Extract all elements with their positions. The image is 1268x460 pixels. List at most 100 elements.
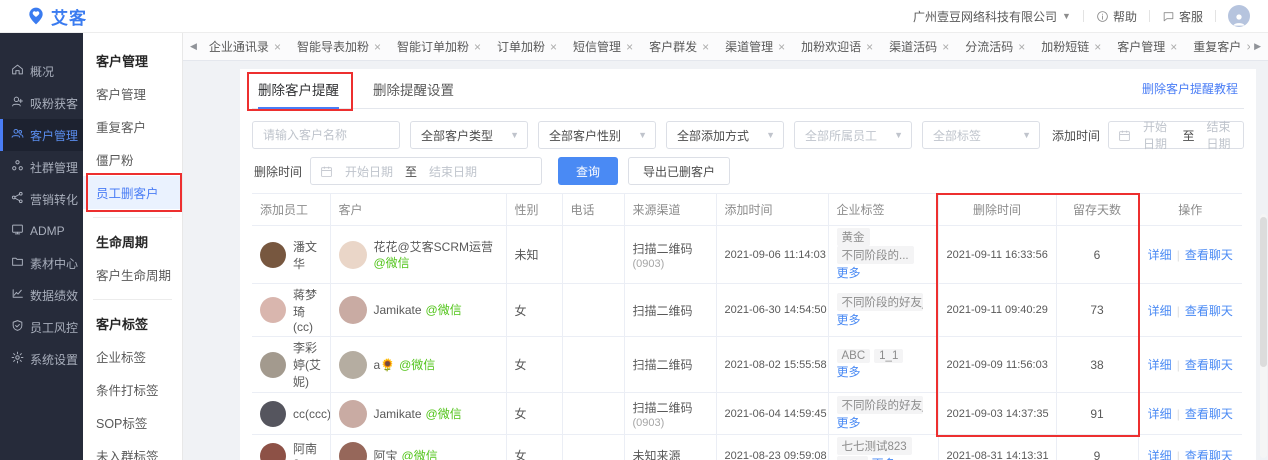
close-icon[interactable]: × bbox=[626, 40, 633, 54]
sidebar-item-overview[interactable]: 概况 bbox=[0, 55, 83, 87]
view-chat-link[interactable]: 查看聊天 bbox=[1185, 407, 1233, 421]
workspace-tab[interactable]: 渠道活码× bbox=[881, 33, 957, 60]
close-icon[interactable]: × bbox=[942, 40, 949, 54]
close-icon[interactable]: × bbox=[866, 40, 873, 54]
home-icon bbox=[11, 63, 24, 79]
vertical-scrollbar[interactable] bbox=[1260, 214, 1267, 458]
detail-link[interactable]: 详细 bbox=[1148, 248, 1172, 262]
more-link[interactable]: 更多 bbox=[837, 313, 861, 327]
table-row: 阿南2阿宝@微信女未知来源2021-08-23 09:59:08七七测试823不… bbox=[252, 435, 1242, 460]
tabbar: ◀ 企业通讯录×智能导表加粉×智能订单加粉×订单加粉×短信管理×客户群发×渠道管… bbox=[183, 33, 1268, 61]
sidebar-item-staff-risk[interactable]: 员工风控 bbox=[0, 311, 83, 343]
close-icon[interactable]: × bbox=[274, 40, 281, 54]
sidebar-item-admp[interactable]: ADMP bbox=[0, 215, 83, 247]
workspace-tab-label: 加粉欢迎语 bbox=[801, 38, 861, 55]
topbar: 艾客 广州壹豆网络科技有限公司 ▼ 帮助 客服 bbox=[0, 0, 1268, 33]
view-chat-link[interactable]: 查看聊天 bbox=[1185, 449, 1233, 460]
company-name: 广州壹豆网络科技有限公司 bbox=[913, 8, 1057, 25]
employee-avatar bbox=[260, 443, 286, 460]
scrollbar-thumb[interactable] bbox=[1260, 217, 1267, 367]
sidebar-item-data-performance[interactable]: 数据绩效 bbox=[0, 279, 83, 311]
workspace-tab[interactable]: 订单加粉× bbox=[489, 33, 565, 60]
view-chat-link[interactable]: 查看聊天 bbox=[1185, 358, 1233, 372]
sidebar-item-label: 概况 bbox=[30, 63, 54, 80]
scroll-left-icon[interactable]: ◀ bbox=[186, 41, 201, 52]
sidebar-item-marketing-conversion[interactable]: 营销转化 bbox=[0, 183, 83, 215]
close-icon[interactable]: × bbox=[1094, 40, 1101, 54]
filter-select[interactable]: 全部客户性别▼ bbox=[538, 121, 656, 149]
filter-select[interactable]: 全部添加方式▼ bbox=[666, 121, 784, 149]
workspace-tab[interactable]: 重复客户× bbox=[1185, 33, 1250, 60]
content-area: 删除客户提醒 删除提醒设置 删除客户提醒教程 全部客户类型▼ 全部客户性别▼ 全部添… bbox=[183, 61, 1268, 460]
filter-select[interactable]: 全部标签▼ bbox=[922, 121, 1040, 149]
detail-link[interactable]: 详细 bbox=[1148, 449, 1172, 460]
filter-select[interactable]: 全部所属员工▼ bbox=[794, 121, 912, 149]
column-header: 性别 bbox=[506, 194, 562, 226]
workspace-tab[interactable]: 分流活码× bbox=[957, 33, 1033, 60]
filter-row-2: 删除时间 开始日期 至 结束日期 查询 导出已删客户 bbox=[252, 157, 1244, 185]
help-link[interactable]: 帮助 bbox=[1096, 8, 1137, 25]
workspace-tab[interactable]: 智能订单加粉× bbox=[389, 33, 489, 60]
delete-time-range[interactable]: 开始日期 至 结束日期 bbox=[310, 157, 542, 185]
submenu-item-enterprise-tags[interactable]: 企业标签 bbox=[83, 340, 182, 373]
more-link[interactable]: 更多 bbox=[837, 266, 861, 280]
wechat-badge: @微信 bbox=[426, 302, 462, 318]
detail-link[interactable]: 详细 bbox=[1148, 304, 1172, 318]
workspace-tab[interactable]: 短信管理× bbox=[565, 33, 641, 60]
sidebar-item-material-center[interactable]: 素材中心 bbox=[0, 247, 83, 279]
submenu-item-employee-deleted-customers[interactable]: 员工删客户 bbox=[83, 176, 182, 209]
service-link[interactable]: 客服 bbox=[1162, 8, 1203, 25]
view-chat-link[interactable]: 查看聊天 bbox=[1185, 304, 1233, 318]
workspace-tab[interactable]: 客户管理× bbox=[1109, 33, 1185, 60]
customer-cell: 花花@艾客SCRM运营@微信 bbox=[330, 226, 506, 284]
workspace-tab[interactable]: 加粉短链× bbox=[1033, 33, 1109, 60]
logo[interactable]: 艾客 bbox=[26, 4, 87, 29]
scroll-right-icon[interactable]: ▶ bbox=[1250, 41, 1265, 52]
workspace-tab[interactable]: 渠道管理× bbox=[717, 33, 793, 60]
divider bbox=[1083, 10, 1084, 22]
close-icon[interactable]: × bbox=[374, 40, 381, 54]
workspace-tab[interactable]: 加粉欢迎语 × bbox=[793, 33, 881, 60]
company-selector[interactable]: 广州壹豆网络科技有限公司 ▼ bbox=[913, 8, 1071, 25]
more-link[interactable]: 更多 bbox=[837, 365, 861, 379]
submenu-item-zombie-fans[interactable]: 僵尸粉 bbox=[83, 143, 182, 176]
close-icon[interactable]: × bbox=[474, 40, 481, 54]
close-icon[interactable]: × bbox=[702, 40, 709, 54]
search-button[interactable]: 查询 bbox=[558, 157, 618, 185]
workspace-tab[interactable]: 企业通讯录× bbox=[201, 33, 289, 60]
tab-delete-reminder-settings[interactable]: 删除提醒设置 bbox=[373, 69, 454, 108]
submenu-item-duplicate-customers[interactable]: 重复客户 bbox=[83, 110, 182, 143]
topbar-right: 广州壹豆网络科技有限公司 ▼ 帮助 客服 bbox=[913, 5, 1250, 27]
submenu-item-not-in-group-tags[interactable]: 未入群标签 bbox=[83, 439, 182, 460]
workspace-tab[interactable]: 智能导表加粉× bbox=[289, 33, 389, 60]
submenu-item-conditional-tagging[interactable]: 条件打标签 bbox=[83, 373, 182, 406]
more-link[interactable]: 更多 bbox=[837, 416, 861, 430]
card-tabs: 删除客户提醒 删除提醒设置 删除客户提醒教程 bbox=[252, 69, 1244, 109]
tags-cell: 七七测试823不...更多 bbox=[828, 435, 938, 460]
close-icon[interactable]: × bbox=[1018, 40, 1025, 54]
filter-select[interactable]: 全部客户类型▼ bbox=[410, 121, 528, 149]
close-icon[interactable]: × bbox=[550, 40, 557, 54]
tutorial-link[interactable]: 删除客户提醒教程 bbox=[1142, 80, 1238, 97]
sidebar-item-community-management[interactable]: 社群管理 bbox=[0, 151, 83, 183]
tab-delete-customer-reminder[interactable]: 删除客户提醒 bbox=[258, 69, 339, 108]
detail-link[interactable]: 详细 bbox=[1148, 358, 1172, 372]
sidebar-item-system-settings[interactable]: 系统设置 bbox=[0, 343, 83, 375]
close-icon[interactable]: × bbox=[778, 40, 785, 54]
sidebar-item-fans-acquisition[interactable]: 吸粉获客 bbox=[0, 87, 83, 119]
submenu-item-customer-management[interactable]: 客户管理 bbox=[83, 77, 182, 110]
app-window: 艾客 广州壹豆网络科技有限公司 ▼ 帮助 客服 概况吸粉获客客户管理社群管理 bbox=[0, 0, 1268, 460]
sidebar-item-label: ADMP bbox=[30, 224, 65, 238]
delete-time-label: 删除时间 bbox=[254, 163, 302, 180]
submenu-item-customer-lifecycle[interactable]: 客户生命周期 bbox=[83, 258, 182, 291]
user-avatar[interactable] bbox=[1228, 5, 1250, 27]
workspace-tab[interactable]: 客户群发× bbox=[641, 33, 717, 60]
sidebar-item-customer-management[interactable]: 客户管理 bbox=[0, 119, 83, 151]
submenu-item-sop-tags[interactable]: SOP标签 bbox=[83, 406, 182, 439]
detail-link[interactable]: 详细 bbox=[1148, 407, 1172, 421]
add-time-range[interactable]: 开始日期 至 结束日期 bbox=[1108, 121, 1244, 149]
customer-name-input[interactable] bbox=[252, 121, 400, 149]
export-button[interactable]: 导出已删客户 bbox=[628, 157, 730, 185]
close-icon[interactable]: × bbox=[1170, 40, 1177, 54]
view-chat-link[interactable]: 查看聊天 bbox=[1185, 248, 1233, 262]
